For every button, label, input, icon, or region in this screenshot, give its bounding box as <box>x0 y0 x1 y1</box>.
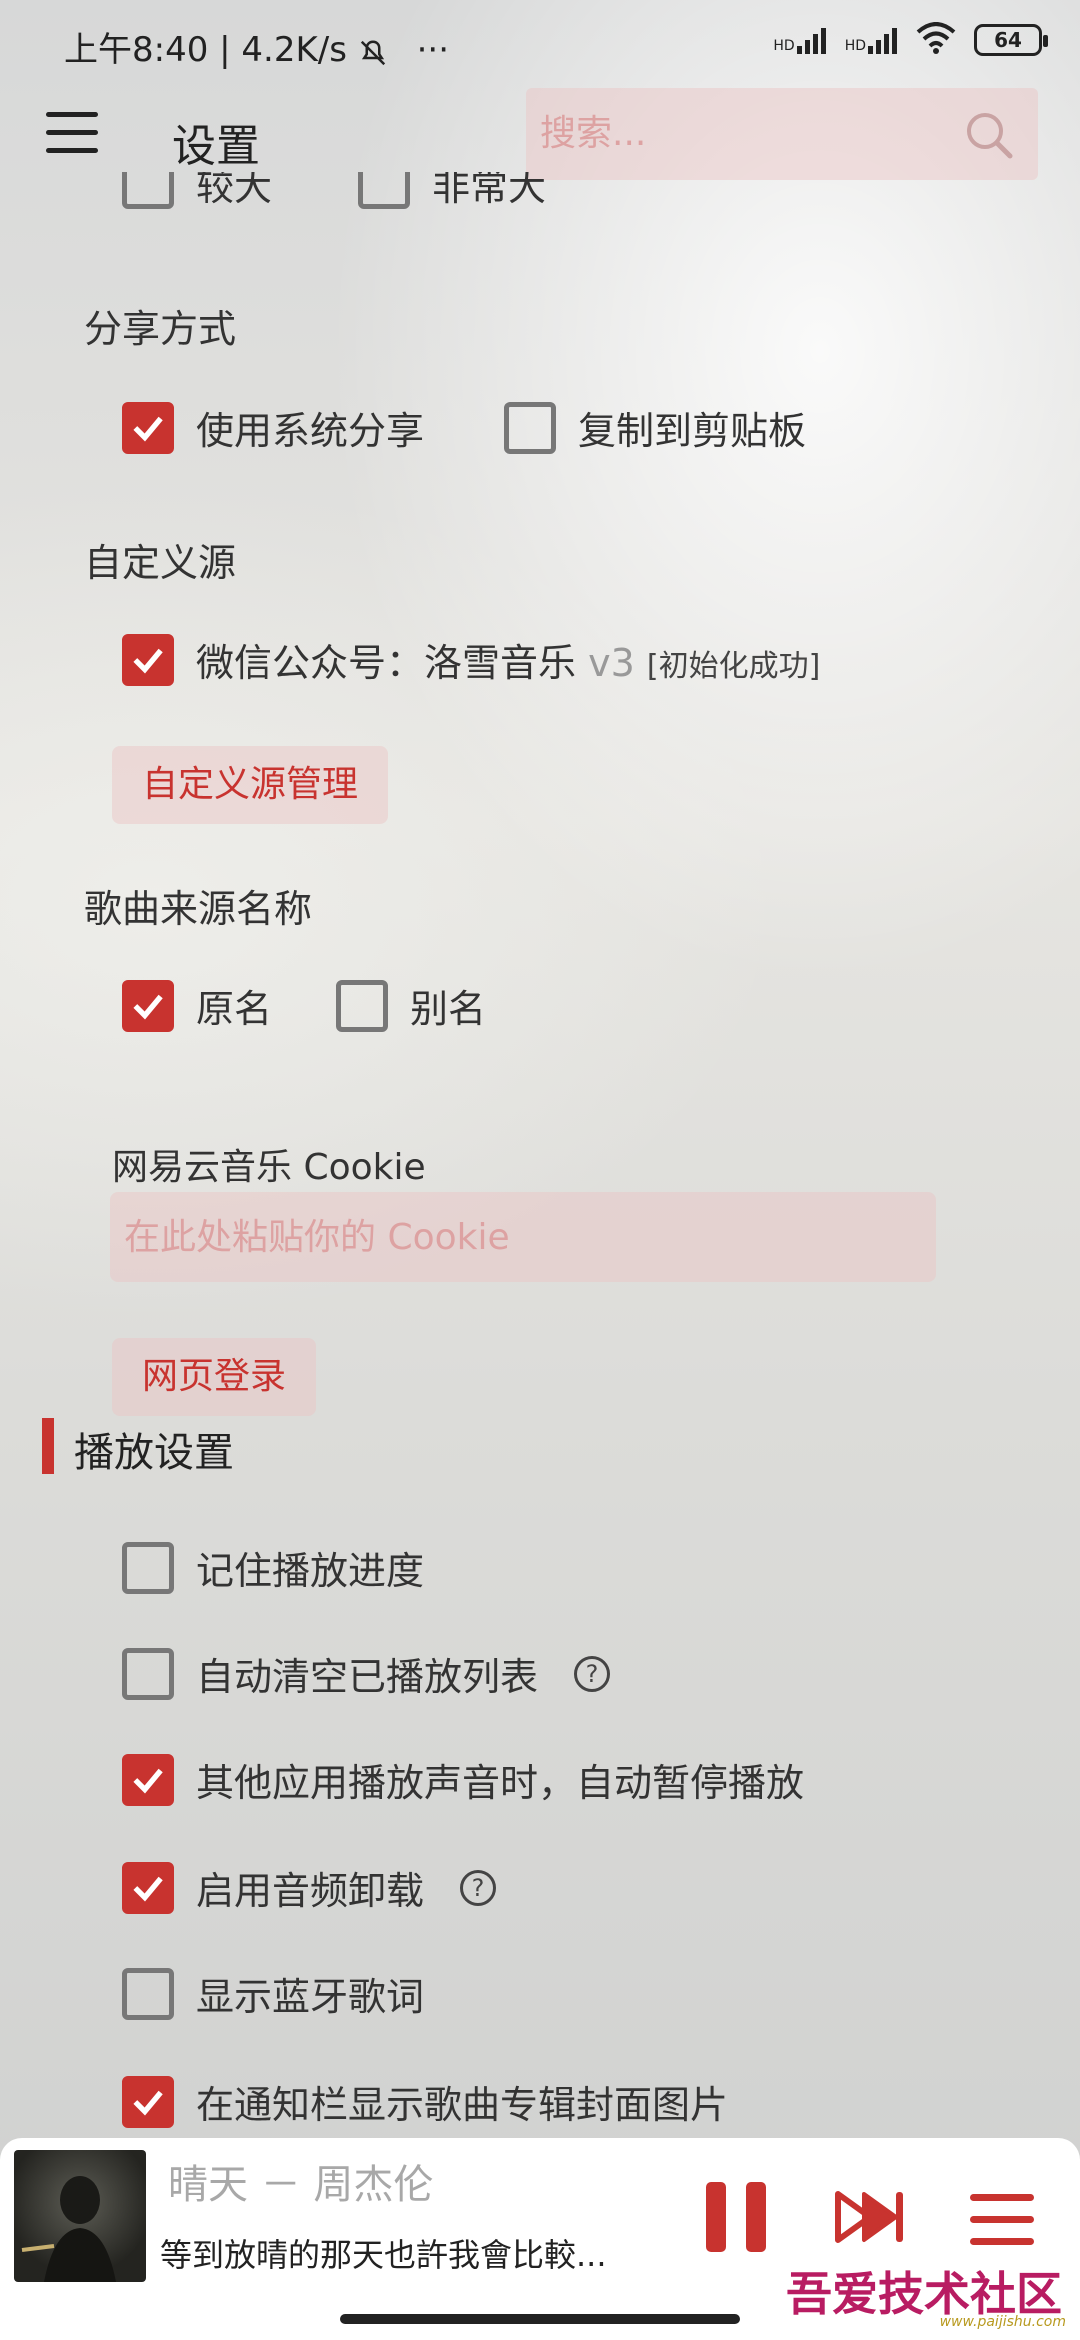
signal-icon: HD <box>773 26 826 54</box>
checkbox[interactable] <box>504 401 556 454</box>
netease-cookie-input[interactable] <box>110 1192 936 1282</box>
status-indicators: HD HD 64 <box>773 22 1048 58</box>
option-pause-on-other-audio[interactable]: 其他应用播放声音时，自动暂停播放 <box>122 1752 804 1807</box>
menu-icon[interactable] <box>46 112 98 156</box>
status-time: 上午8:40 | 4.2K/s ··· <box>64 30 450 70</box>
option-bluetooth-lyrics[interactable]: 显示蓝牙歌词 <box>122 1966 424 2021</box>
checkbox[interactable] <box>358 172 410 209</box>
song-name-option-alias[interactable]: 别名 <box>336 978 486 1033</box>
option-auto-clear-played[interactable]: 自动清空已播放列表 ? <box>122 1646 611 1701</box>
netease-cookie-label: 网易云音乐 Cookie <box>112 1147 426 1188</box>
playback-settings-title: 播放设置 <box>74 1430 234 1476</box>
option-notification-cover[interactable]: 在通知栏显示歌曲专辑封面图片 <box>122 2074 728 2129</box>
song-lyric: 等到放晴的那天也許我會比較... <box>160 2236 607 2274</box>
source-status: [初始化成功] <box>646 649 821 684</box>
checkbox-checked[interactable] <box>122 401 174 454</box>
more-dots-icon: ··· <box>416 30 450 70</box>
home-indicator[interactable] <box>340 2314 740 2324</box>
checkbox-checked[interactable] <box>122 1753 174 1806</box>
search-icon[interactable] <box>964 110 1014 160</box>
share-option-system[interactable]: 使用系统分享 <box>122 400 424 455</box>
font-size-option-larger[interactable]: 较大 <box>122 172 272 220</box>
checkbox[interactable] <box>122 1541 174 1594</box>
search-box[interactable] <box>526 88 1038 180</box>
web-login-button[interactable]: 网页登录 <box>112 1338 317 1416</box>
checkbox[interactable] <box>122 172 174 209</box>
song-source-name-title: 歌曲来源名称 <box>84 887 313 931</box>
status-bar: 上午8:40 | 4.2K/s ··· HD HD 64 <box>0 0 1080 84</box>
watermark-url: www.paijishu.com <box>939 2314 1066 2330</box>
song-name-option-original[interactable]: 原名 <box>122 978 272 1033</box>
share-method-title: 分享方式 <box>84 307 237 351</box>
custom-source-manage-button[interactable]: 自定义源管理 <box>112 746 389 824</box>
help-icon[interactable]: ? <box>460 1869 497 1906</box>
source-version: v3 <box>588 641 635 685</box>
playlist-icon[interactable] <box>970 2194 1034 2246</box>
option-audio-offload[interactable]: 启用音频卸载 ? <box>122 1860 497 1915</box>
battery-icon: 64 <box>974 24 1048 56</box>
custom-source-label: 微信公众号：洛雪音乐 v3 [初始化成功] <box>196 641 821 685</box>
wifi-icon <box>916 22 956 58</box>
custom-source-title: 自定义源 <box>84 541 237 585</box>
checkbox[interactable] <box>122 1967 174 2020</box>
search-input[interactable] <box>540 108 940 158</box>
checkbox-checked[interactable] <box>122 979 174 1032</box>
notification-off-icon <box>358 37 388 67</box>
custom-source-item[interactable]: 微信公众号：洛雪音乐 v3 [初始化成功] <box>122 632 820 687</box>
checkbox[interactable] <box>336 979 388 1032</box>
section-accent-bar <box>42 1418 54 1474</box>
signal-icon-2: HD <box>845 26 898 54</box>
song-title: 晴天 － 周杰伦 <box>168 2162 434 2208</box>
checkbox-checked[interactable] <box>122 1861 174 1914</box>
page-title: 设置 <box>172 121 260 172</box>
checkbox-checked[interactable] <box>122 633 174 686</box>
checkbox[interactable] <box>122 1647 174 1700</box>
pause-button[interactable] <box>706 2182 770 2252</box>
font-size-option-very-large[interactable]: 非常大 <box>358 172 546 220</box>
help-icon[interactable]: ? <box>574 1655 611 1692</box>
checkbox-checked[interactable] <box>122 2075 174 2128</box>
album-cover[interactable] <box>14 2150 146 2282</box>
option-remember-progress[interactable]: 记住播放进度 <box>122 1540 424 1595</box>
share-option-clipboard[interactable]: 复制到剪贴板 <box>504 400 806 455</box>
next-track-button[interactable] <box>834 2188 908 2246</box>
